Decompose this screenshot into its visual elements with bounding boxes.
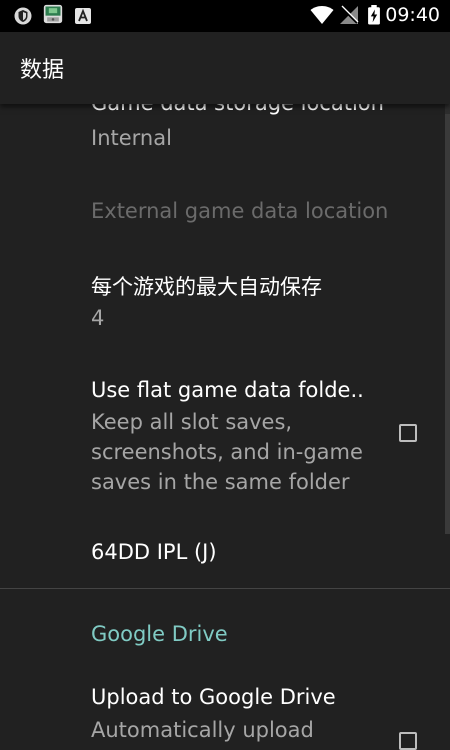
pref-summary: 4 (91, 306, 105, 330)
category-google-drive: Google Drive (91, 622, 228, 646)
upload-drive-checkbox[interactable] (399, 732, 417, 750)
scrollbar-thumb[interactable] (445, 114, 450, 534)
game-app-notification-icon (43, 4, 63, 24)
status-bar: 09:40 (0, 0, 450, 32)
no-signal-icon (340, 5, 359, 24)
wifi-icon (310, 6, 334, 24)
screen: 09:40 数据 Game data storage location Inte… (0, 0, 450, 750)
pref-summary: Internal (91, 126, 172, 150)
pref-summary-line: Keep all slot saves, (91, 410, 293, 434)
page-title: 数据 (20, 58, 65, 83)
pref-summary-line: screenshots, and in-game (91, 440, 363, 464)
pref-summary-line: saves in the same folder (91, 470, 350, 494)
app-bar: 数据 (0, 32, 450, 104)
flat-folder-checkbox[interactable] (399, 424, 417, 442)
pref-title: Game data storage location (91, 104, 384, 115)
pref-title: Use flat game data folde.. (91, 378, 364, 402)
preference-list[interactable]: Game data storage location Internal Exte… (0, 104, 450, 750)
pref-title: Upload to Google Drive (91, 685, 336, 709)
pref-title: External game data location (91, 199, 389, 223)
pref-summary-line: Automatically upload (91, 718, 314, 742)
a-notification-icon (75, 8, 91, 24)
pref-title: 每个游戏的最大自动保存 (91, 275, 322, 299)
section-divider (0, 588, 450, 589)
pref-title: 64DD IPL (J) (91, 540, 217, 564)
status-time: 09:40 (385, 4, 440, 26)
battery-charging-icon (368, 5, 380, 25)
shield-notification-icon (14, 7, 32, 25)
